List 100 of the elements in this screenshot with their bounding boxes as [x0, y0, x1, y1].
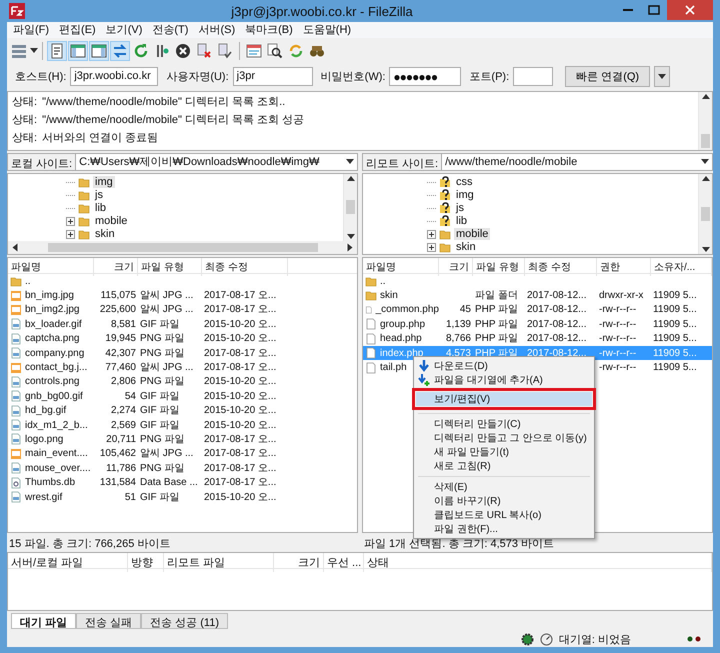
table-cell-text: 2017-08-12... [526, 346, 588, 360]
table-cell-text: 11909 5... [652, 318, 698, 331]
table-cell-text: GIF 파일 [139, 390, 180, 403]
file-name: tail.ph [380, 362, 407, 373]
file-name: group.php [380, 318, 426, 330]
table-cell-text: 11909 5... [652, 289, 698, 302]
table-cell-text: 2015-10-20 오... [203, 490, 278, 504]
table-cell-text: 115,075 [100, 289, 137, 302]
table-cell-text: 2017-08-17 오... [203, 346, 278, 360]
table-cell-text: -rw-r--r-- [598, 361, 638, 374]
file-name: bn_img2.jpg [25, 304, 80, 316]
table-cell-text: 2015-10-20 오... [203, 418, 278, 432]
field-label: 포트(P): [469, 70, 510, 84]
log-message: "/www/theme/noodle/mobile" 디렉터리 목록 조회.. [42, 95, 286, 110]
table-cell-text: 8,581 [110, 318, 137, 331]
file-name: wrest.gif [25, 492, 62, 503]
table-cell-text: 2,569 [110, 418, 137, 432]
table-cell-text: -rw-r--r-- [598, 346, 638, 360]
table-cell-text: 2,806 [110, 375, 137, 388]
table-cell-text: 2017-08-17 오... [203, 289, 278, 302]
table-cell-text: PNG 파일 [139, 462, 186, 475]
table-cell-text: 알씨 JPG ... [139, 361, 194, 374]
file-name: index.php [380, 348, 424, 359]
table-cell-text: 45 [458, 303, 472, 316]
table-cell-text: 2017-08-17 오... [203, 476, 278, 490]
table-cell-text: 2015-10-20 오... [203, 332, 278, 346]
table-cell-text: 파일 폴더 [474, 289, 519, 302]
file-name: Thumbs.db [25, 477, 76, 488]
table-cell-text: 11909 5... [652, 346, 698, 360]
field-label: 비밀번호(W): [320, 70, 386, 84]
status-text: 15 파일. 총 크기: 766,265 바이트 [8, 536, 172, 550]
file-name: contact_bg.j... [25, 362, 88, 373]
file-name: idx_m1_2_b... [25, 420, 88, 431]
table-cell-text: 2015-10-20 오... [203, 318, 278, 331]
file-name: bx_loader.gif [25, 318, 82, 330]
table-cell-text: -rw-r--r-- [598, 318, 638, 331]
table-cell-text: 11909 5... [652, 303, 698, 316]
table-cell-text: 2,274 [110, 404, 137, 418]
table-cell-text: PNG 파일 [139, 375, 186, 388]
file-name: main_event.... [25, 448, 88, 460]
file-name: _common.php [376, 304, 439, 316]
status-text: 파일 1개 선택됨. 총 크기: 4,573 바이트 [363, 536, 556, 550]
table-cell-text: 알씨 JPG ... [139, 289, 194, 302]
table-cell-text: 51 [124, 490, 137, 504]
field-label: 사용자명(U): [166, 70, 229, 84]
log-label: 상태: [12, 131, 38, 146]
table-cell-text: 8,766 [444, 332, 472, 346]
table-cell-text: 2015-10-20 오... [203, 390, 278, 403]
file-name: logo.png [25, 434, 64, 445]
file-name: .. [25, 276, 31, 287]
table-cell-text: 2017-08-17 오... [203, 432, 278, 446]
table-cell-text: 4,573 [444, 346, 472, 360]
table-cell-text: 105,462 [98, 447, 137, 460]
table-cell-text: -rw-r--r-- [598, 303, 638, 316]
file-name: gnb_bg00.gif [25, 390, 83, 402]
table-cell-text: 42,307 [104, 346, 137, 360]
table-cell-text: 2017-08-12... [526, 332, 588, 346]
table-cell-text: 2015-10-20 오... [203, 404, 278, 418]
table-cell-text: PHP 파일 [474, 303, 520, 316]
table-cell-text: 1,139 [444, 318, 472, 331]
table-cell-text: 11,786 [105, 462, 137, 475]
table-cell-text: 11909 5... [652, 332, 698, 346]
file-name: company.png [25, 348, 84, 359]
table-cell-text: 11909 5... [652, 361, 698, 374]
file-name: .. [380, 276, 386, 287]
table-cell-text: 2017-08-12... [526, 289, 588, 302]
table-cell-text: 131,584 [98, 476, 137, 490]
file-name: mouse_over.... [25, 462, 91, 474]
table-cell-text: 77,460 [104, 361, 137, 374]
table-cell-text: GIF 파일 [139, 418, 180, 432]
table-cell-text: 2015-10-20 오... [203, 375, 278, 388]
file-name: hd_bg.gif [25, 405, 66, 416]
table-cell-text: 2017-08-17 오... [203, 361, 278, 374]
table-cell-text: PNG 파일 [139, 346, 186, 360]
table-cell-text: 2017-08-12... [526, 318, 588, 331]
table-cell-text: 20,711 [105, 432, 137, 446]
table-cell-text: drwxr-xr-x [598, 289, 644, 302]
table-cell-text: PHP 파일 [474, 318, 520, 331]
file-name: controls.png [25, 376, 80, 388]
table-cell-text: 알씨 JPG ... [139, 303, 194, 316]
log-label: 상태: [12, 113, 38, 128]
table-cell-text: GIF 파일 [139, 404, 180, 418]
table-cell-text: 2017-08-12... [526, 303, 588, 316]
table-cell-text: 54 [124, 390, 137, 403]
file-name: bn_img.jpg [25, 290, 74, 302]
queue-status: 대기열: 비었음 [558, 632, 631, 647]
table-cell-text: 2017-08-17 오... [203, 462, 278, 475]
log-message: 서버와의 연결이 종료됨 [42, 131, 158, 146]
file-name: captcha.png [25, 333, 80, 344]
table-cell-text: 알씨 JPG ... [139, 447, 194, 460]
window-title: j3pr@j3pr.woobi.co.kr - FileZilla [230, 4, 414, 18]
field-label: 호스트(H): [15, 70, 66, 84]
table-cell-text: GIF 파일 [139, 490, 180, 504]
table-cell-text: Data Base ... [139, 476, 199, 490]
table-cell-text: PHP 파일 [474, 332, 520, 346]
table-cell-text: 225,600 [98, 303, 137, 316]
table-cell-text: -rw-r--r-- [598, 332, 638, 346]
table-cell-text: PNG 파일 [139, 432, 186, 446]
file-name: head.php [380, 333, 422, 344]
log-label: 상태: [12, 95, 38, 110]
